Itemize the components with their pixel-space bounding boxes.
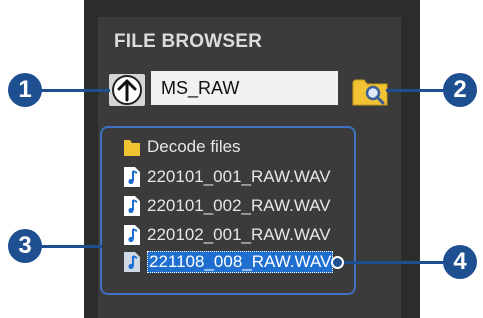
up-arrow-icon [112, 75, 142, 105]
list-item-label: Decode files [147, 137, 241, 156]
list-item-file[interactable]: 220101_002_RAW.WAV [123, 193, 331, 219]
browse-folder-button[interactable] [351, 71, 391, 107]
list-item-label: 221108_008_RAW.WAV [147, 251, 334, 273]
list-item-folder[interactable]: Decode files [123, 134, 241, 160]
panel-title: FILE BROWSER [114, 31, 263, 52]
callout-2-number: 2 [453, 76, 467, 103]
audio-file-icon [123, 166, 141, 188]
callout-4-badge: 4 [443, 245, 477, 279]
list-item-label: 220101_001_RAW.WAV [147, 167, 331, 186]
audio-file-icon [123, 195, 141, 217]
callout-4-leader [342, 261, 446, 264]
callout-4-number: 4 [453, 248, 467, 275]
callout-3-badge: 3 [8, 229, 42, 263]
folder-search-icon [352, 79, 388, 106]
parent-folder-button[interactable] [109, 74, 145, 106]
callout-2-leader [386, 89, 446, 92]
callout-3-number: 3 [18, 232, 32, 259]
list-item-label: 220101_002_RAW.WAV [147, 196, 331, 215]
callout-1-badge: 1 [8, 73, 42, 107]
audio-file-icon [123, 251, 141, 273]
callout-2-badge: 2 [443, 73, 477, 107]
callout-1-number: 1 [18, 76, 32, 103]
list-item-file[interactable]: 220101_001_RAW.WAV [123, 164, 331, 190]
list-item-label: 220102_001_RAW.WAV [147, 225, 331, 244]
current-folder-field[interactable] [151, 71, 338, 105]
audio-file-icon [123, 224, 141, 246]
callout-1-leader [40, 89, 110, 92]
callout-3-leader [40, 245, 102, 248]
folder-icon [123, 136, 141, 158]
list-item-file[interactable]: 220102_001_RAW.WAV [123, 222, 331, 248]
callout-4-anchor [331, 256, 344, 269]
list-item-file-selected[interactable]: 221108_008_RAW.WAV [123, 249, 334, 275]
